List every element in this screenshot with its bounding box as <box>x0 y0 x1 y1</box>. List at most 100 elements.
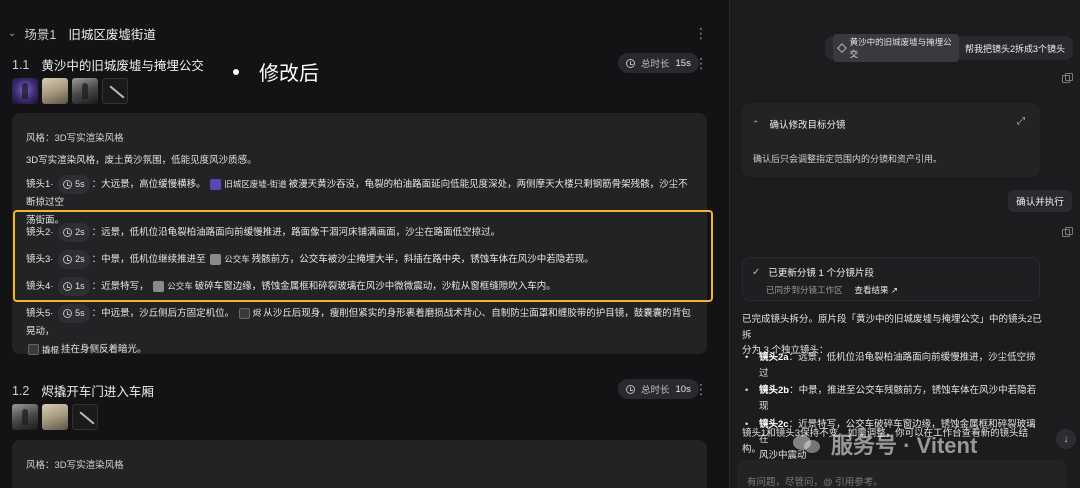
user-message: 黄沙中的旧城废墟与掩埋公交 帮我把镜头2拆成3个镜头 <box>825 34 1073 62</box>
shot-text: ：远景，低机位沿龟裂柏油路面向前缓慢推进，路面像干涸河床铺满画面，沙尘在路面低空… <box>91 227 501 239</box>
confirm-card-header[interactable]: ⌃ 确认修改目标分镜 <box>752 117 846 132</box>
shot-card: 风格：3D写实渲染风格 <box>12 440 707 488</box>
user-message-text: 帮我把镜头2拆成3个镜头 <box>964 43 1065 54</box>
clock-icon <box>626 384 635 394</box>
clock-icon <box>63 228 73 238</box>
scene-header[interactable]: ⌄ 场景1 旧城区废墟街道 <box>8 24 156 43</box>
asset-chip-label: 撬棍 <box>42 344 60 355</box>
confirm-card: ⌃ 确认修改目标分镜 ⤢ 确认后只会调整指定范围内的分镜和资产引用。 <box>742 103 1040 177</box>
copy-icon[interactable] <box>1062 227 1073 237</box>
shot-duration-pill[interactable]: 5s <box>58 304 90 324</box>
watermark-text: 服务号 · Vitent <box>831 433 978 458</box>
storyboard-pane: ⌄ 场景1 旧城区废墟街道 ⋮ 1.1 黄沙中的旧城废墟与掩埋公交 总时长 15… <box>0 0 729 488</box>
chat-input[interactable]: 有问题，尽管问，@ 引用参考。 <box>737 460 1067 488</box>
reference-chip[interactable]: 黄沙中的旧城废墟与掩埋公交 <box>833 34 959 62</box>
character-thumbnail[interactable] <box>72 78 98 104</box>
clock-icon <box>63 309 73 319</box>
shot-group-header[interactable]: 1.1 黄沙中的旧城废墟与掩埋公交 <box>12 55 204 74</box>
shot-line: 镜头5· 5s ：中远景，沙丘侧后方固定机位。 烬从沙丘后现身，瘦削但紧实的身形裹… <box>26 304 696 359</box>
asset-chip[interactable]: 公交车 <box>153 278 193 294</box>
shot-label: 镜头1 <box>26 179 51 191</box>
asset-chip[interactable]: 公交车 <box>210 251 250 267</box>
shot-group-title: 烬撬开车门进入车厢 <box>41 385 154 399</box>
shot-line: 镜头1· 5s ：大远景，高位缓慢横移。 旧城区废墟-街道 被漫天黄沙吞没，龟裂的柏… <box>26 175 696 230</box>
duration-label: 总时长 <box>641 59 670 70</box>
more-icon[interactable]: ⋮ <box>694 26 708 40</box>
reference-chip-label: 黄沙中的旧城废墟与掩埋公交 <box>849 37 952 59</box>
clock-icon <box>63 255 73 265</box>
asset-thumbnails <box>12 78 128 104</box>
shot-group-title: 黄沙中的旧城废墟与掩埋公交 <box>41 59 204 73</box>
shot-duration: 5s <box>75 179 85 189</box>
shot-duration-pill[interactable]: 1s <box>58 277 90 297</box>
shot-text: ：近景特写， <box>91 281 149 293</box>
prop-thumbnail[interactable] <box>72 404 98 430</box>
list-item-text: ：远景，低机位沿龟裂柏油路面向前缓慢推进，沙尘低空掠过 <box>759 352 1036 379</box>
character-thumbnail[interactable] <box>12 78 38 104</box>
copy-icon[interactable] <box>1062 73 1073 83</box>
asset-chip[interactable]: 烬 <box>238 305 262 321</box>
shot-duration-pill[interactable]: 5s <box>58 175 90 195</box>
shot-text: ：大远景，高位缓慢横移。 <box>91 179 206 191</box>
list-item: 镜头2a：远景，低机位沿龟裂柏油路面向前缓慢推进，沙尘低空掠过 <box>745 350 1045 381</box>
chevron-down-icon[interactable]: ⌄ <box>8 28 16 39</box>
scene-thumbnail[interactable] <box>42 404 68 430</box>
shot-duration: 1s <box>75 281 85 291</box>
shot-line: 镜头3· 2s ：中景，低机位继续推进至 公交车 残骸前方，公交车被沙尘掩埋大半，斜… <box>26 250 696 270</box>
shot-label: 镜头3 <box>26 254 51 266</box>
scene-title: 旧城区废墟街道 <box>68 28 156 42</box>
shot-duration-pill[interactable]: 2s <box>58 250 90 270</box>
chat-input-placeholder: 有问题，尽管问，@ 引用参考。 <box>747 477 883 488</box>
style-description: 3D写实渲染风格，废土黄沙氛围，低能见度风沙质感。 <box>26 155 257 166</box>
shot-label: 镜头4 <box>26 281 51 293</box>
confirm-card-body: 确认后只会调整指定范围内的分镜和资产引用。 <box>753 154 943 164</box>
shot-duration: 2s <box>75 227 85 237</box>
shot-card: 风格：3D写实渲染风格 3D写实渲染风格，废土黄沙氛围，低能见度风沙质感。 镜头… <box>12 113 707 355</box>
more-icon[interactable]: ⋮ <box>694 56 708 70</box>
list-item-key: 镜头2b <box>759 385 790 397</box>
shot-label: 镜头2 <box>26 227 51 239</box>
character-thumbnail[interactable] <box>12 404 38 430</box>
list-item-key: 镜头2a <box>759 352 789 363</box>
asset-chip-image <box>210 179 222 191</box>
duration-value: 15s <box>675 57 691 69</box>
asset-chip[interactable]: 撬棍 <box>28 342 59 358</box>
check-icon: ✓ <box>752 266 761 278</box>
annotation-note: 修改后 <box>233 57 319 86</box>
wechat-icon <box>793 432 823 456</box>
bullet-dot <box>233 68 239 75</box>
separator: · <box>50 254 54 266</box>
confirm-card-title: 确认修改目标分镜 <box>769 120 846 131</box>
shot-duration-pill[interactable]: 2s <box>58 223 90 243</box>
asset-chip-label: 烬 <box>252 308 262 319</box>
update-status-title-row: ✓ 已更新分镜 1 个分镜片段 <box>752 265 874 280</box>
shot-group-number: 1.1 <box>12 57 30 72</box>
asset-chip[interactable]: 旧城区废墟-街道 <box>210 176 287 192</box>
clock-icon <box>63 180 73 190</box>
duration-value: 10s <box>675 383 691 395</box>
style-label: 风格：3D写实渲染风格 <box>26 460 124 471</box>
list-item-text: ：中景，推进至公交车残骸前方，锈蚀车体在风沙中若隐若现 <box>759 385 1037 413</box>
shot-line: 镜头4· 1s ：近景特写， 公交车 破碎车窗边缘，锈蚀金属框和碎裂玻璃在风沙中微微… <box>26 277 696 297</box>
asset-chip-image <box>210 254 222 266</box>
asset-chip-label: 公交车 <box>224 254 250 265</box>
expand-icon[interactable]: ⤢ <box>1011 113 1031 131</box>
update-status-title: 已更新分镜 1 个分镜片段 <box>768 268 874 279</box>
chevron-up-icon[interactable]: ⌃ <box>752 119 760 130</box>
shot-duration: 5s <box>75 308 85 318</box>
separator: · <box>50 227 54 239</box>
confirm-execute-button[interactable]: 确认并执行 <box>1008 190 1072 212</box>
prop-thumbnail[interactable] <box>102 78 128 104</box>
shot-label: 镜头5 <box>26 308 51 320</box>
shot-group-header[interactable]: 1.2 烬撬开车门进入车厢 <box>12 381 154 400</box>
cube-icon <box>837 43 847 53</box>
update-status-subtitle: 已同步到分镜工作区 <box>766 285 843 295</box>
separator: · <box>50 281 54 293</box>
asset-thumbnails <box>12 404 98 430</box>
scene-thumbnail[interactable] <box>42 78 68 104</box>
scroll-down-button[interactable]: ↓ <box>1056 429 1076 449</box>
view-result-link[interactable]: 查看结果 ↗ <box>855 284 898 296</box>
duration-label: 总时长 <box>641 385 670 396</box>
reply-line: 已完成镜头拆分。原片段「黄沙中的旧城废墟与掩埋公交」中的镜头2已拆 <box>742 314 1042 341</box>
more-icon[interactable]: ⋮ <box>694 382 708 396</box>
